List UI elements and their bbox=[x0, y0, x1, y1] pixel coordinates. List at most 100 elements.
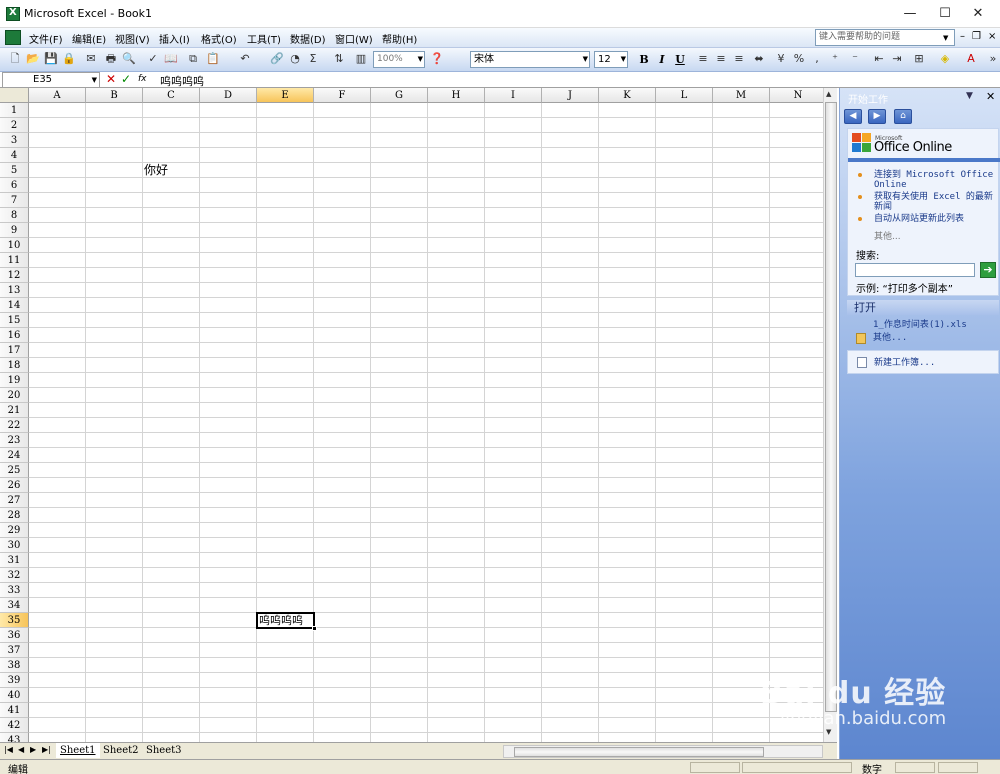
permission-icon[interactable]: 🔒 bbox=[62, 52, 76, 66]
row-header-8[interactable]: 8 bbox=[0, 208, 29, 223]
row-header-34[interactable]: 34 bbox=[0, 598, 29, 613]
open-folder-icon[interactable]: 📂 bbox=[26, 52, 40, 66]
chart-wizard-icon[interactable]: ◔ bbox=[288, 52, 302, 66]
vertical-scroll-thumb[interactable] bbox=[825, 102, 837, 712]
enter-icon[interactable]: ✓ bbox=[121, 72, 131, 86]
row-header-31[interactable]: 31 bbox=[0, 553, 29, 568]
font-size-select[interactable]: 12 ▼ bbox=[594, 51, 628, 68]
row-header-4[interactable]: 4 bbox=[0, 148, 29, 163]
save-icon[interactable]: 💾 bbox=[44, 52, 58, 66]
row-header-41[interactable]: 41 bbox=[0, 703, 29, 718]
menu-window[interactable]: 窗口(W) bbox=[335, 31, 373, 46]
menu-tools[interactable]: 工具(T) bbox=[247, 31, 281, 46]
help-icon[interactable]: ❓ bbox=[430, 52, 444, 66]
link-excel-news[interactable]: 获取有关使用 Excel 的最新新闻 bbox=[874, 192, 998, 212]
next-sheet-icon[interactable]: ▶ bbox=[30, 745, 36, 754]
increase-indent-icon[interactable]: ⇥ bbox=[890, 52, 904, 66]
horizontal-scrollbar[interactable] bbox=[503, 745, 823, 758]
row-header-13[interactable]: 13 bbox=[0, 283, 29, 298]
column-header-g[interactable]: G bbox=[371, 88, 428, 103]
link-connect-office-online[interactable]: 连接到 Microsoft Office Online bbox=[874, 170, 998, 190]
chevron-down-icon[interactable]: ▼ bbox=[966, 91, 973, 101]
row-header-22[interactable]: 22 bbox=[0, 418, 29, 433]
zoom-select[interactable]: 100% ▼ bbox=[373, 51, 425, 68]
cancel-icon[interactable]: ✕ bbox=[106, 72, 116, 86]
row-header-11[interactable]: 11 bbox=[0, 253, 29, 268]
row-header-23[interactable]: 23 bbox=[0, 433, 29, 448]
italic-button[interactable]: I bbox=[655, 52, 669, 67]
row-header-26[interactable]: 26 bbox=[0, 478, 29, 493]
chevron-down-icon[interactable]: ▼ bbox=[92, 73, 97, 87]
vertical-scrollbar[interactable]: ▲ ▼ bbox=[823, 88, 837, 742]
row-header-17[interactable]: 17 bbox=[0, 343, 29, 358]
prev-sheet-icon[interactable]: ◀ bbox=[18, 745, 24, 754]
column-header-d[interactable]: D bbox=[200, 88, 257, 103]
cell-c5[interactable]: 你好 bbox=[144, 163, 168, 178]
workbook-close-button[interactable]: × bbox=[988, 31, 996, 42]
row-header-7[interactable]: 7 bbox=[0, 193, 29, 208]
print-icon[interactable]: 🖶 bbox=[104, 52, 118, 66]
email-icon[interactable]: ✉ bbox=[84, 52, 98, 66]
bold-button[interactable]: B bbox=[637, 52, 651, 67]
column-header-h[interactable]: H bbox=[428, 88, 485, 103]
row-header-32[interactable]: 32 bbox=[0, 568, 29, 583]
row-header-18[interactable]: 18 bbox=[0, 358, 29, 373]
row-header-1[interactable]: 1 bbox=[0, 103, 29, 118]
row-header-39[interactable]: 39 bbox=[0, 673, 29, 688]
sort-icon[interactable]: ⇅ bbox=[332, 52, 346, 66]
menu-format[interactable]: 格式(O) bbox=[201, 31, 237, 46]
row-header-6[interactable]: 6 bbox=[0, 178, 29, 193]
row-header-43[interactable]: 43 bbox=[0, 733, 29, 742]
autosum-icon[interactable]: Σ bbox=[306, 52, 320, 66]
chevron-down-icon[interactable]: ▼ bbox=[583, 52, 588, 67]
fill-handle[interactable] bbox=[312, 626, 317, 631]
scroll-down-icon[interactable]: ▼ bbox=[826, 728, 831, 736]
close-icon[interactable]: ✕ bbox=[986, 90, 995, 103]
horizontal-scroll-thumb[interactable] bbox=[514, 747, 764, 757]
paste-icon[interactable]: 📋 bbox=[206, 52, 220, 66]
row-header-37[interactable]: 37 bbox=[0, 643, 29, 658]
align-center-icon[interactable]: ≡ bbox=[714, 52, 728, 66]
row-header-29[interactable]: 29 bbox=[0, 523, 29, 538]
menu-help[interactable]: 帮助(H) bbox=[382, 31, 417, 46]
column-header-e[interactable]: E bbox=[257, 88, 314, 103]
row-header-24[interactable]: 24 bbox=[0, 448, 29, 463]
column-header-b[interactable]: B bbox=[86, 88, 143, 103]
name-box[interactable]: E35 ▼ bbox=[2, 72, 100, 88]
column-header-l[interactable]: L bbox=[656, 88, 713, 103]
link-more[interactable]: 其他... bbox=[874, 229, 901, 242]
row-header-27[interactable]: 27 bbox=[0, 493, 29, 508]
search-go-icon[interactable]: ➔ bbox=[980, 262, 996, 278]
row-header-5[interactable]: 5 bbox=[0, 163, 29, 178]
column-header-n[interactable]: N bbox=[770, 88, 827, 103]
first-sheet-icon[interactable]: |◀ bbox=[4, 745, 13, 754]
row-header-12[interactable]: 12 bbox=[0, 268, 29, 283]
menu-edit[interactable]: 编辑(E) bbox=[72, 31, 106, 46]
drawing-icon[interactable]: ▥ bbox=[354, 52, 368, 66]
tab-sheet2[interactable]: Sheet2 bbox=[99, 743, 143, 758]
workbook-icon[interactable] bbox=[5, 30, 21, 45]
menu-view[interactable]: 视图(V) bbox=[115, 31, 150, 46]
open-more-link[interactable]: 其他... bbox=[873, 333, 997, 343]
row-header-16[interactable]: 16 bbox=[0, 328, 29, 343]
cell-grid[interactable] bbox=[29, 103, 827, 742]
row-header-21[interactable]: 21 bbox=[0, 403, 29, 418]
select-all-button[interactable] bbox=[0, 88, 29, 103]
active-cell-e35[interactable]: 呜呜呜呜 bbox=[256, 612, 315, 629]
chevron-down-icon[interactable]: ▼ bbox=[621, 52, 626, 67]
chevron-down-icon[interactable]: ▼ bbox=[418, 52, 423, 67]
home-icon[interactable]: ⌂ bbox=[894, 109, 912, 124]
workbook-minimize-button[interactable]: – bbox=[960, 31, 965, 42]
column-header-f[interactable]: F bbox=[314, 88, 371, 103]
forward-icon[interactable]: ▶ bbox=[868, 109, 886, 124]
formula-input[interactable]: 呜呜呜呜 bbox=[160, 73, 204, 89]
scroll-up-icon[interactable]: ▲ bbox=[826, 90, 831, 98]
column-header-k[interactable]: K bbox=[599, 88, 656, 103]
decrease-decimal-icon[interactable]: ⁻ bbox=[848, 52, 862, 66]
toolbar-options-icon[interactable]: » bbox=[986, 52, 1000, 66]
align-right-icon[interactable]: ≡ bbox=[732, 52, 746, 66]
row-header-3[interactable]: 3 bbox=[0, 133, 29, 148]
row-header-25[interactable]: 25 bbox=[0, 463, 29, 478]
comma-style-icon[interactable]: , bbox=[810, 52, 824, 66]
row-header-40[interactable]: 40 bbox=[0, 688, 29, 703]
